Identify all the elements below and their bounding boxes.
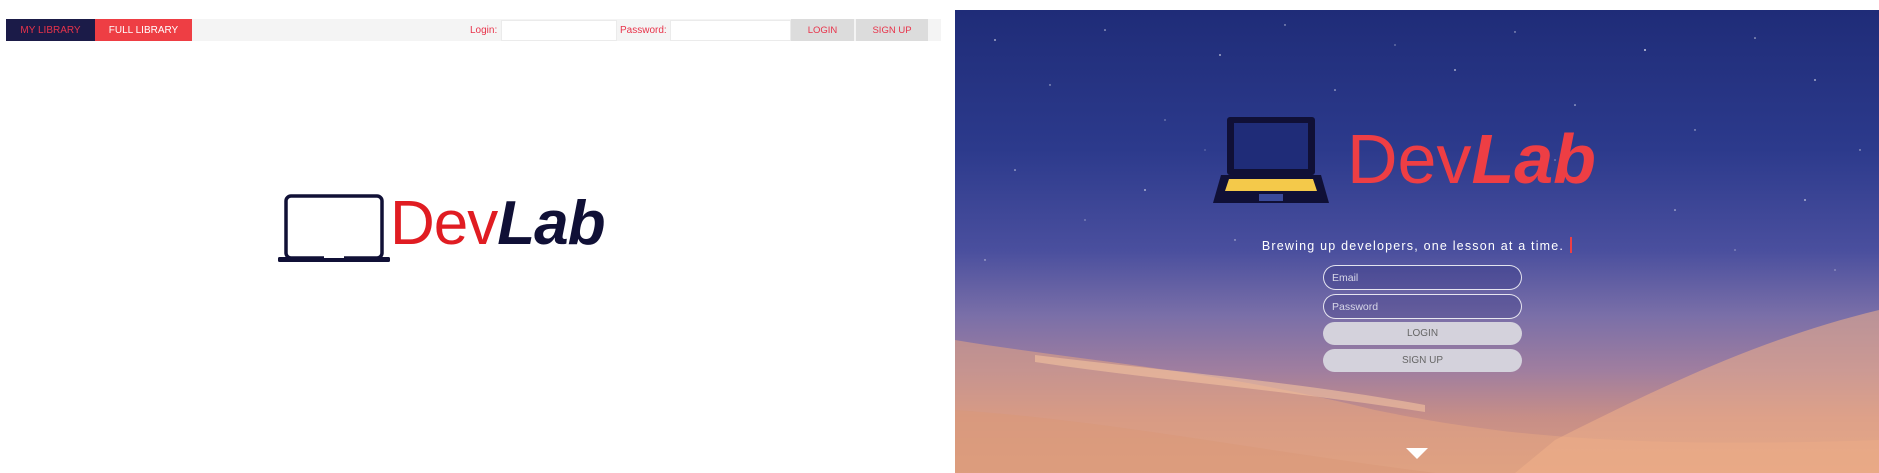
- tab-full-library[interactable]: FULL LIBRARY: [95, 19, 192, 41]
- email-field[interactable]: Email: [1323, 265, 1522, 290]
- logo-dev-text: Dev: [1347, 120, 1472, 198]
- left-panel: MY LIBRARY FULL LIBRARY Login: Password:…: [0, 0, 955, 473]
- scroll-down-arrow-icon[interactable]: [1406, 448, 1428, 459]
- logo-lab-text: Lab: [1471, 120, 1596, 198]
- tagline: Brewing up developers, one lesson at a t…: [955, 237, 1879, 253]
- laptop-icon: [278, 194, 390, 262]
- signup-button[interactable]: SIGN UP: [856, 19, 928, 41]
- laptop-icon: [1213, 117, 1329, 203]
- password-input[interactable]: [670, 20, 791, 41]
- password-label: Password:: [620, 24, 667, 36]
- devlab-wordmark: DevLab: [390, 188, 606, 260]
- devlab-wordmark-hero: DevLab: [1347, 119, 1596, 199]
- devlab-logo: DevLab: [278, 188, 628, 268]
- devlab-logo-hero: DevLab: [1213, 113, 1633, 213]
- login-input[interactable]: [501, 20, 617, 41]
- tagline-text: Brewing up developers, one lesson at a t…: [1261, 239, 1565, 253]
- login-label: Login:: [470, 24, 498, 36]
- hero-login-button[interactable]: LOGIN: [1323, 322, 1522, 345]
- password-field[interactable]: Password: [1323, 294, 1522, 319]
- top-nav-bar: MY LIBRARY FULL LIBRARY Login: Password:…: [6, 19, 941, 41]
- text-cursor: [1570, 237, 1573, 253]
- hero-panel: DevLab Brewing up developers, one lesson…: [955, 10, 1879, 473]
- tab-my-library[interactable]: MY LIBRARY: [6, 19, 95, 41]
- logo-lab-text: Lab: [497, 189, 605, 258]
- hero-signup-button[interactable]: SIGN UP: [1323, 349, 1522, 372]
- logo-dev-text: Dev: [390, 189, 498, 258]
- login-button[interactable]: LOGIN: [791, 19, 854, 41]
